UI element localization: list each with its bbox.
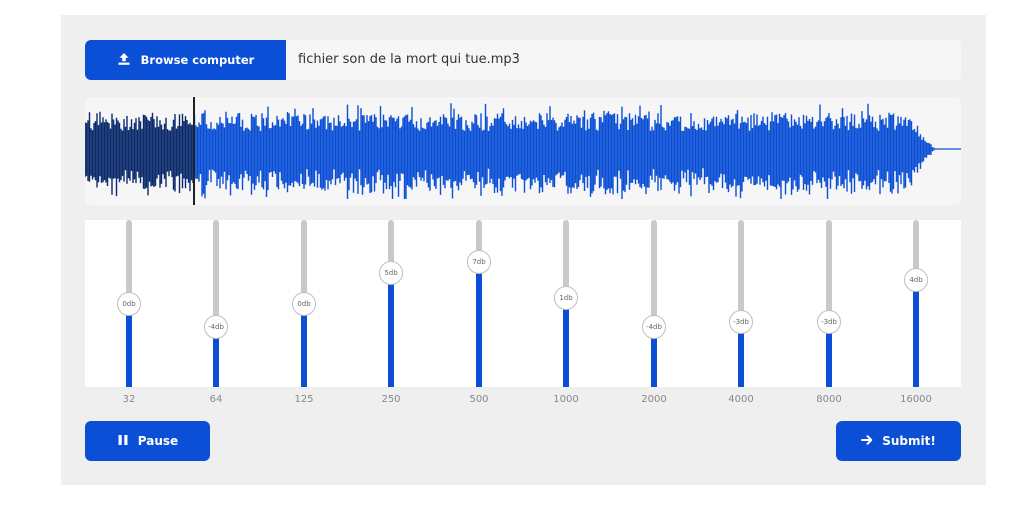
pause-button[interactable]: Pause [85,421,210,461]
arrow-right-icon [861,434,873,449]
slider-knob[interactable]: 4db [904,268,928,293]
frequency-label: 125 [294,394,314,405]
waveform-played [85,111,194,197]
pause-label: Pause [137,434,179,448]
slider-fill [913,280,919,387]
eq-slider-64[interactable]: -4db [201,220,231,387]
eq-slider-250[interactable]: 5db [376,220,406,387]
frequency-label: 8000 [816,394,842,405]
selected-file-name: fichier son de la mort qui tue.mp3 [298,52,520,67]
waveform-display[interactable] [85,97,961,205]
slider-fill [388,273,394,387]
frequency-label: 1000 [553,394,579,405]
frequency-label: 32 [122,394,136,405]
waveform-graphic [85,97,961,205]
browse-computer-button[interactable]: Browse computer [85,40,286,80]
slider-knob[interactable]: -3db [817,309,841,334]
slider-knob[interactable]: 7db [467,249,491,274]
pause-icon [117,434,129,449]
slider-knob[interactable]: -3db [729,309,753,334]
frequency-label: 2000 [641,394,667,405]
eq-slider-16000[interactable]: 4db [901,220,931,387]
submit-button[interactable]: Submit! [836,421,961,461]
eq-slider-125[interactable]: 0db [289,220,319,387]
eq-slider-32[interactable]: 0db [114,220,144,387]
eq-slider-1000[interactable]: 1db [551,220,581,387]
slider-fill [476,261,482,387]
frequency-label: 4000 [728,394,754,405]
eq-slider-500[interactable]: 7db [464,220,494,387]
submit-label: Submit! [882,434,936,448]
browse-computer-label: Browse computer [140,53,255,67]
slider-fill [563,298,569,387]
slider-fill [301,303,307,387]
slider-knob[interactable]: 0db [117,291,141,316]
upload-icon [117,52,131,69]
eq-slider-4000[interactable]: -3db [726,220,756,387]
slider-knob[interactable]: -4db [204,314,228,339]
slider-knob[interactable]: 5db [379,261,403,286]
frequency-label: 16000 [900,394,932,405]
eq-slider-2000[interactable]: -4db [639,220,669,387]
eq-slider-8000[interactable]: -3db [814,220,844,387]
equalizer: 0db -4db 0db 5db 7db 1db -4db -3db -3db 4db [85,220,961,387]
frequency-label: 500 [469,394,489,405]
slider-knob[interactable]: -4db [642,314,666,339]
frequency-label: 250 [381,394,401,405]
slider-knob[interactable]: 0db [292,291,316,316]
frequency-label: 64 [209,394,223,405]
waveform-unplayed [193,103,935,199]
slider-fill [126,303,132,387]
slider-knob[interactable]: 1db [554,286,578,311]
